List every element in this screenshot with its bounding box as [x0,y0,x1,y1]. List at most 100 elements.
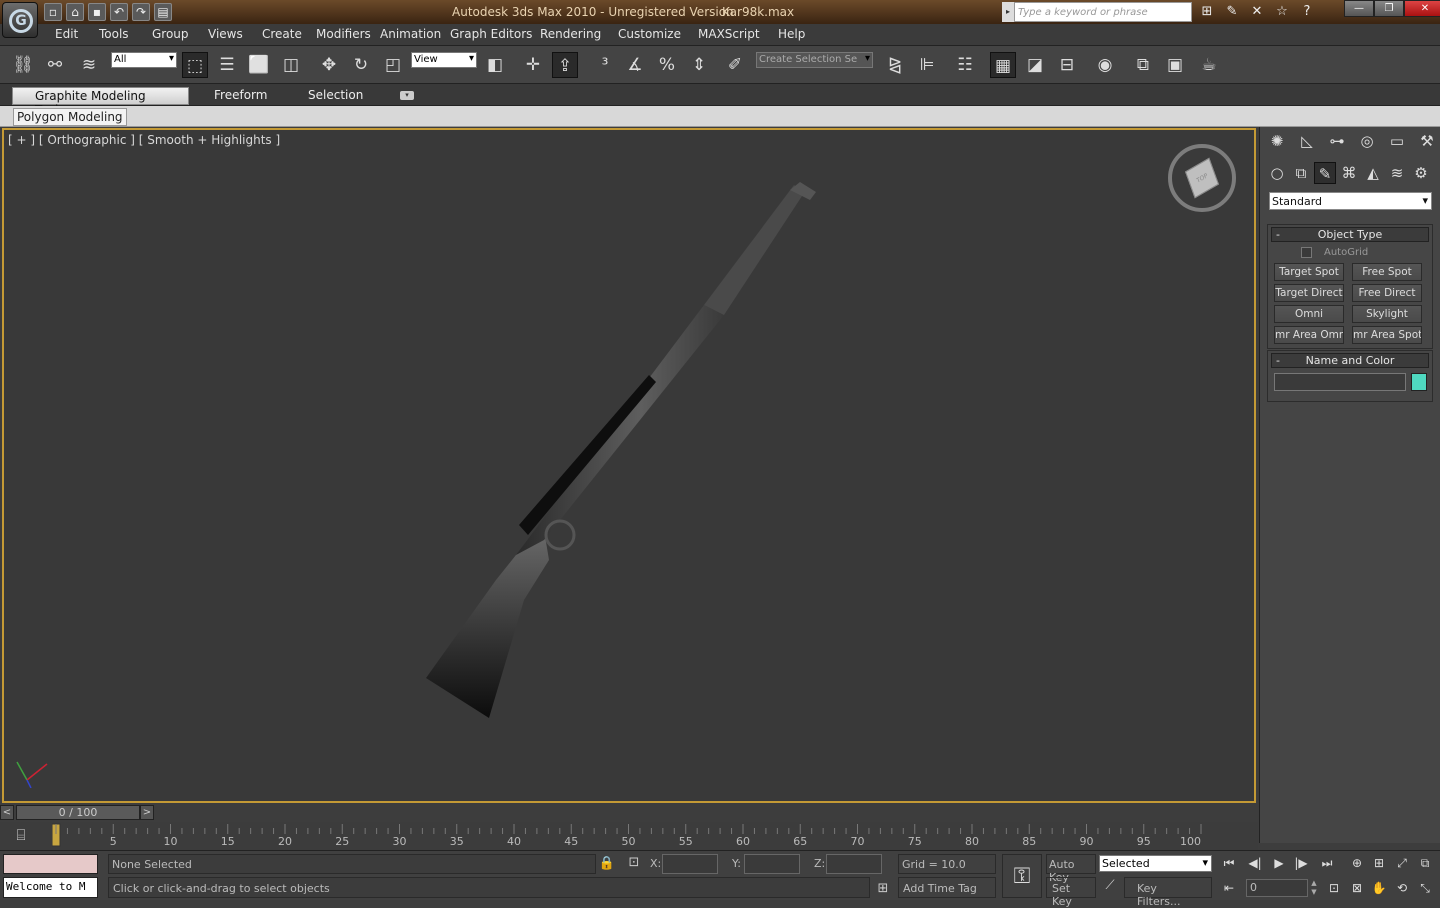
render-setup-icon[interactable]: ⧉ [1130,52,1156,78]
previous-frame-button[interactable]: < [0,805,14,820]
display-panel-icon[interactable]: ▭ [1386,130,1408,152]
menu-views[interactable]: Views [208,27,243,41]
menu-customize[interactable]: Customize [618,27,681,41]
autogrid-checkbox[interactable]: AutoGrid [1268,244,1432,261]
field-of-view-icon[interactable]: ⊡ [1323,878,1345,898]
spinner-snap-icon[interactable]: ⇕ [686,52,712,78]
search-input[interactable]: Type a keyword or phrase [1014,2,1192,22]
favorites-icon[interactable]: ☆ [1271,2,1293,22]
set-key-button[interactable]: Set Key [1046,877,1096,908]
menu-help[interactable]: Help [778,27,805,41]
previous-key-icon[interactable]: ◀| [1244,853,1266,873]
default-tangent-icon[interactable]: ⟋ [1100,878,1120,898]
tab-selection[interactable]: Selection [302,87,369,103]
curve-editor-icon[interactable]: ◪ [1022,52,1048,78]
selection-lock-icon[interactable]: 🔒 [598,856,616,871]
menu-edit[interactable]: Edit [55,27,78,41]
keyboard-shortcut-override-icon[interactable]: ⇪ [552,52,578,78]
align-icon[interactable]: ⊫ [914,52,940,78]
menu-group[interactable]: Group [152,27,189,41]
object-name-input[interactable] [1274,373,1406,391]
time-tag-icon[interactable]: ⊞ [874,881,892,896]
viewport-perspective[interactable]: [ + ] [ Orthographic ] [ Smooth + Highli… [2,128,1256,803]
next-key-icon[interactable]: |▶ [1290,853,1312,873]
viewcube-face[interactable]: TOP [1185,157,1219,199]
menu-create[interactable]: Create [262,27,302,41]
tab-graphite-modeling-tools[interactable]: Graphite Modeling Tools [12,87,189,117]
cameras-icon[interactable]: ⌘ [1338,162,1360,184]
z-coordinate-input[interactable] [826,854,882,874]
set-key-icon[interactable]: ⚿ [1002,854,1042,898]
redo-icon[interactable]: ↷ [132,3,150,21]
zoom-extents-all-icon[interactable]: ⧉ [1414,853,1436,873]
communication-icon[interactable]: ✕ [1246,2,1268,22]
track-bar[interactable]: ⌸ 5 10 15 20 25 30 35 40 45 50 55 60 65 70 75 80 85 90 95 1… [0,822,1258,850]
hierarchy-panel-icon[interactable]: ⊶ [1326,130,1348,152]
curve-editor-mini-icon[interactable]: ⌸ [10,826,32,846]
go-to-end-icon[interactable]: ⏭ [1316,853,1338,873]
key-mode-dropdown[interactable]: Selected [1099,855,1212,872]
autogrid-checkbox-box[interactable] [1301,247,1312,258]
create-panel-icon[interactable]: ✺ [1266,130,1288,152]
menu-modifiers[interactable]: Modifiers [316,27,371,41]
new-file-icon[interactable]: ▫ [44,3,62,21]
target-spot-button[interactable]: Target Spot [1274,263,1344,281]
maxscript-listener-output[interactable]: Welcome to M [3,877,98,898]
zoom-all-icon[interactable]: ⊞ [1368,853,1390,873]
absolute-mode-transform-icon[interactable]: ⊡ [625,855,643,870]
add-time-tag-button[interactable]: Add Time Tag [898,877,996,898]
space-warps-icon[interactable]: ≋ [1386,162,1408,184]
unlink-icon[interactable]: ⚯ [42,52,68,78]
save-file-icon[interactable]: ▪ [88,3,106,21]
zoom-icon[interactable]: ⊕ [1346,853,1368,873]
light-type-dropdown[interactable]: Standard [1269,192,1432,210]
frame-spinner[interactable]: ▲ ▼ [1309,879,1319,897]
bind-space-warp-icon[interactable]: ≋ [76,52,102,78]
reference-coordinate-dropdown[interactable]: View [411,52,477,68]
geometry-icon[interactable]: ○ [1266,162,1288,184]
ribbon-minimize-icon[interactable]: ▾ [400,91,414,100]
subscription-icon[interactable]: ✎ [1221,2,1243,22]
select-manipulate-icon[interactable]: ✛ [520,52,546,78]
tab-freeform[interactable]: Freeform [208,87,273,103]
menu-tools[interactable]: Tools [99,27,129,41]
next-frame-button[interactable]: > [140,805,154,820]
viewcube[interactable]: TOP [1168,144,1236,212]
snaps-toggle-icon[interactable]: ³ [592,52,618,78]
shapes-icon[interactable]: ⧉ [1290,162,1312,184]
select-object-icon[interactable]: ⬚ [182,52,208,78]
helpers-icon[interactable]: ◭ [1362,162,1384,184]
layer-manager-icon[interactable]: ☷ [952,52,978,78]
pivot-center-icon[interactable]: ◧ [482,52,508,78]
menu-graph-editors[interactable]: Graph Editors [450,27,532,41]
key-mode-toggle-icon[interactable]: ⇤ [1218,878,1240,898]
select-and-link-icon[interactable]: ⛓ [10,52,36,78]
project-folder-icon[interactable]: ▤ [154,3,172,21]
systems-icon[interactable]: ⚙ [1410,162,1432,184]
time-slider-thumb[interactable]: 0 / 100 [16,805,140,820]
mirror-icon[interactable]: ⧎ [882,52,908,78]
track-bar-ruler[interactable]: 5 10 15 20 25 30 35 40 45 50 55 60 65 70 75 80 85 90 95 100 [52,822,1256,850]
object-color-swatch[interactable] [1411,373,1427,391]
maximize-button[interactable]: ❐ [1374,0,1404,17]
name-and-color-rollout-header[interactable]: - Name and Color [1271,353,1429,368]
target-direct-button[interactable]: Target Direct [1274,284,1344,302]
mr-area-spot-button[interactable]: mr Area Spot [1352,326,1422,344]
mr-area-omni-button[interactable]: mr Area Omni [1274,326,1344,344]
schematic-view-icon[interactable]: ⊟ [1054,52,1080,78]
percent-snap-icon[interactable]: % [654,52,680,78]
lights-icon[interactable]: ✎ [1314,162,1336,184]
open-file-icon[interactable]: ⌂ [66,3,84,21]
close-button[interactable]: ✕ [1404,0,1440,17]
play-icon[interactable]: ▶ [1268,853,1290,873]
search-expand-icon[interactable]: ▸ [1002,2,1014,22]
rendered-frame-window-icon[interactable]: ▣ [1162,52,1188,78]
x-coordinate-input[interactable] [662,854,718,874]
zoom-extents-icon[interactable]: ⤢ [1391,853,1413,873]
y-coordinate-input[interactable] [744,854,800,874]
zoom-region-icon[interactable]: ⊠ [1346,878,1368,898]
pan-view-icon[interactable]: ✋ [1368,878,1390,898]
motion-panel-icon[interactable]: ◎ [1356,130,1378,152]
graphite-modeling-toggle-icon[interactable]: ▦ [990,52,1016,78]
render-production-icon[interactable]: ☕ [1196,52,1222,78]
